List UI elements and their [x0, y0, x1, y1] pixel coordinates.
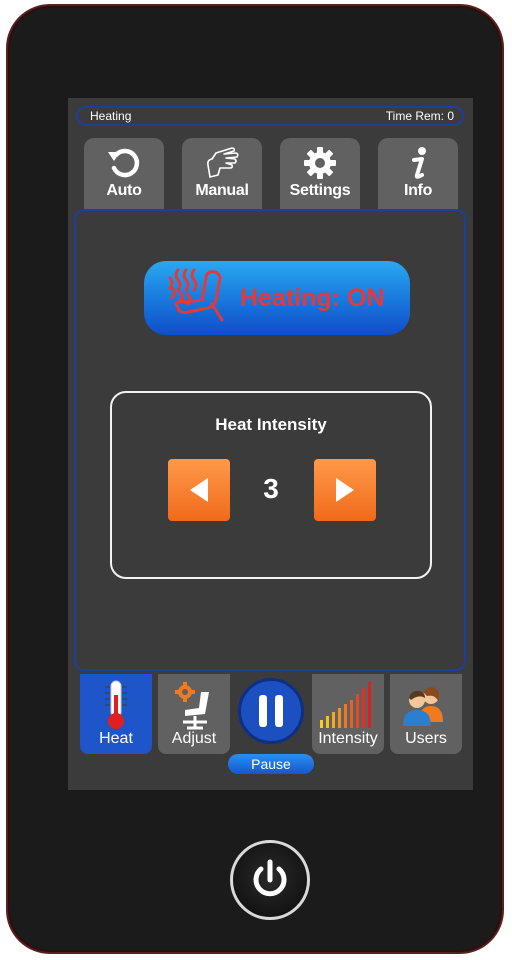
intensity-value: 3 [263, 473, 279, 504]
gear-icon [304, 147, 336, 179]
heating-toggle-button[interactable]: Heating: ON [144, 261, 410, 335]
nav-adjust[interactable]: Adjust [158, 674, 230, 754]
nav-heat[interactable]: Heat [80, 674, 152, 754]
nav-users[interactable]: Users [390, 674, 462, 754]
heat-intensity-control: Heat Intensity 3 [110, 391, 432, 579]
tab-auto-label: Auto [106, 182, 142, 199]
pause-icon [259, 695, 283, 727]
status-bar: Heating Time Rem: 0 [76, 106, 464, 126]
thermometer-icon [105, 680, 127, 729]
tab-manual[interactable]: Manual [182, 138, 262, 210]
heating-status-label: Heating: ON [240, 283, 385, 312]
pause-label[interactable]: Pause [228, 754, 314, 774]
pause-button[interactable] [238, 678, 304, 744]
time-remaining: Time Rem: 0 [385, 109, 454, 123]
power-icon [253, 859, 287, 897]
device-frame: Heating Time Rem: 0 Auto Manual Settings… [6, 4, 504, 954]
top-tab-bar: Auto Manual Settings Info [84, 138, 458, 210]
touch-screen: Heating Time Rem: 0 Auto Manual Settings… [68, 98, 473, 790]
tab-manual-label: Manual [195, 182, 249, 199]
nav-intensity[interactable]: Intensity [312, 674, 384, 754]
signal-bars-icon [320, 682, 371, 728]
refresh-icon [108, 148, 140, 178]
triangle-right-icon [336, 478, 354, 502]
bottom-nav: Heat Adjust Pause Intensity Users [78, 674, 462, 784]
power-button[interactable] [230, 840, 310, 920]
info-icon [412, 147, 426, 179]
tab-info[interactable]: Info [378, 138, 458, 210]
tab-settings-label: Settings [289, 182, 351, 199]
increase-intensity-button[interactable] [314, 459, 376, 521]
tab-info-label: Info [403, 182, 433, 199]
heated-seat-icon [168, 268, 224, 321]
main-panel: Heating: ON Heat Intensity 3 [74, 209, 466, 671]
nav-users-label: Users [405, 730, 447, 747]
heat-intensity-title: Heat Intensity [215, 415, 327, 434]
tab-settings[interactable]: Settings [280, 138, 360, 210]
nav-heat-label: Heat [99, 730, 133, 747]
seat-adjust-icon [175, 682, 209, 730]
hand-pointer-icon [207, 147, 239, 178]
nav-intensity-label: Intensity [318, 730, 378, 747]
tab-auto[interactable]: Auto [84, 138, 164, 210]
nav-adjust-label: Adjust [171, 730, 217, 747]
users-icon [403, 687, 443, 726]
status-mode-label: Heating [90, 109, 132, 123]
